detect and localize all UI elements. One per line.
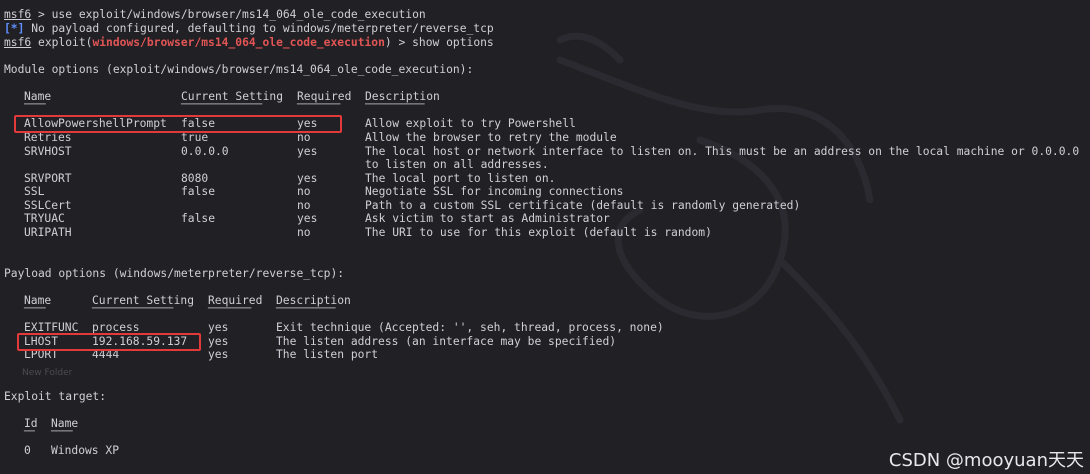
- header-underline: ────: [51, 427, 73, 437]
- option-description: Ask victim to start as Administrator: [365, 212, 610, 225]
- option-description: Exit technique (Accepted: '', seh, threa…: [276, 321, 664, 334]
- msf-prompt: msf6: [4, 8, 32, 21]
- command-text: > use exploit/windows/browser/ms14_064_o…: [31, 8, 426, 21]
- header-underline: ────: [24, 304, 46, 314]
- module-options-heading: Module options (exploit/windows/browser/…: [4, 63, 474, 76]
- option-description: The local port to listen on.: [365, 172, 556, 185]
- info-text: No payload configured, defaulting to win…: [24, 22, 494, 35]
- payload-options-heading: Payload options (windows/meterpreter/rev…: [4, 267, 345, 280]
- option-required: yes: [297, 212, 318, 225]
- highlight-box-lhost: [17, 333, 201, 351]
- header-underline: ───────────────: [181, 100, 263, 110]
- option-name: SSL: [24, 185, 45, 198]
- option-required: yes: [208, 321, 229, 334]
- terminal-window[interactable]: msf6 > use exploit/windows/browser/ms14_…: [0, 0, 1090, 474]
- option-name: SRVPORT: [24, 172, 72, 185]
- option-setting: true: [181, 131, 209, 144]
- option-description: The local host or network interface to l…: [365, 145, 1080, 158]
- option-description: Negotiate SSL for incoming connections: [365, 185, 624, 198]
- option-setting: false: [181, 185, 216, 198]
- prompt-pre: exploit(: [31, 36, 93, 49]
- option-name: URIPATH: [24, 226, 72, 239]
- csdn-watermark: CSDN @mooyuan天天: [888, 450, 1084, 472]
- option-setting: 8080: [181, 172, 209, 185]
- header-underline: ───────────: [365, 100, 425, 110]
- option-setting: 0.0.0.0: [181, 145, 229, 158]
- option-description: to listen on all addresses.: [365, 158, 549, 171]
- option-name: Retries: [24, 131, 72, 144]
- header-underline: ────────: [297, 100, 341, 110]
- header-underline: ───────────: [276, 304, 336, 314]
- option-required: no: [297, 131, 311, 144]
- option-setting: false: [181, 212, 216, 225]
- header-underline: ────────: [208, 304, 252, 314]
- option-description: The URI to use for this exploit (default…: [365, 226, 712, 239]
- option-required: no: [297, 226, 311, 239]
- desktop-folder-label: New Folder: [22, 368, 73, 378]
- option-description: Allow the browser to retry the module: [365, 131, 617, 144]
- option-description: Path to a custom SSL certificate (defaul…: [365, 199, 801, 212]
- info-tag: [*]: [4, 22, 25, 35]
- option-description: The listen port: [276, 348, 379, 361]
- header-underline: ────: [24, 100, 46, 110]
- option-required: yes: [297, 145, 318, 158]
- command-line-use: msf6 > use exploit/windows/browser/ms14_…: [4, 8, 426, 22]
- target-name: Windows XP: [51, 444, 120, 457]
- header-underline: ───────────────: [92, 304, 174, 314]
- option-required: yes: [208, 335, 229, 348]
- prompt-post: ) > show options: [384, 36, 494, 49]
- msf-prompt: msf6: [4, 36, 32, 49]
- option-name: SSLCert: [24, 199, 72, 212]
- highlight-box-allowpowershellprompt: [14, 115, 342, 133]
- option-name: SRVHOST: [24, 145, 72, 158]
- option-required: no: [297, 199, 311, 212]
- header-underline: ──: [24, 427, 35, 437]
- module-path: windows/browser/ms14_064_ole_code_execut…: [92, 36, 385, 49]
- option-required: no: [297, 185, 311, 198]
- option-description: The listen address (an interface may be …: [276, 335, 617, 348]
- option-name: TRYUAC: [24, 212, 65, 225]
- info-line: [*] No payload configured, defaulting to…: [4, 22, 494, 36]
- option-description: Allow exploit to try Powershell: [365, 117, 576, 130]
- target-id: 0: [24, 444, 31, 457]
- exploit-target-heading: Exploit target:: [4, 390, 107, 403]
- option-required: yes: [208, 348, 229, 361]
- command-line-show-options: msf6 exploit(windows/browser/ms14_064_ol…: [4, 36, 494, 50]
- option-required: yes: [297, 172, 318, 185]
